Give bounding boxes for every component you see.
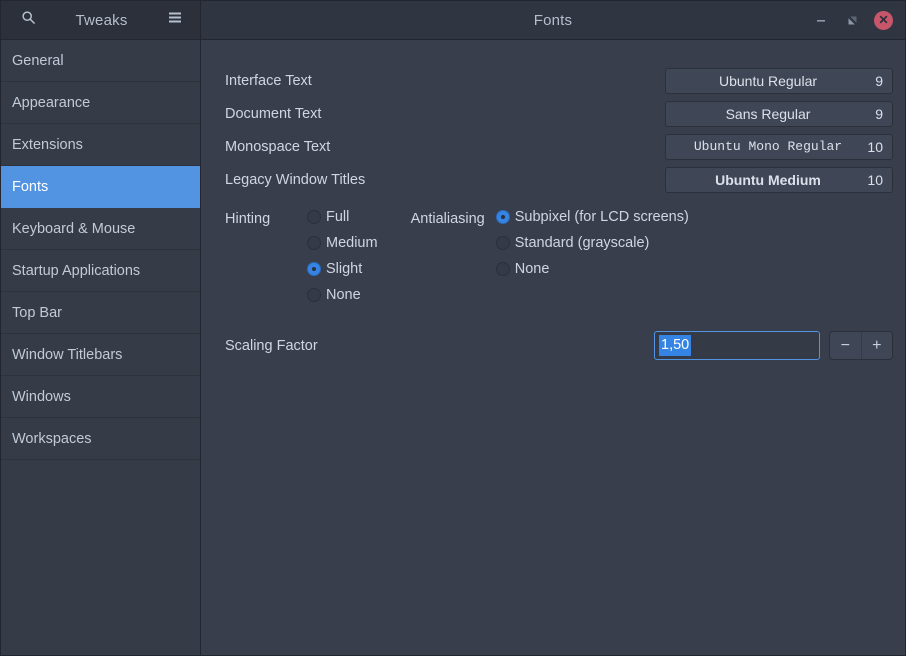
font-size: 10 bbox=[867, 171, 883, 188]
sidebar-item-fonts[interactable]: Fonts bbox=[1, 166, 200, 208]
sidebar-item-label: Window Titlebars bbox=[12, 346, 123, 363]
antialiasing-group: Antialiasing Subpixel (for LCD screens) … bbox=[411, 209, 689, 303]
tweaks-window: Tweaks Fonts General Appearance Extensio… bbox=[0, 0, 906, 656]
search-icon bbox=[21, 10, 36, 30]
app-title: Tweaks bbox=[75, 11, 128, 29]
font-size: 9 bbox=[875, 72, 883, 89]
antialiasing-option-standard[interactable]: Standard (grayscale) bbox=[495, 235, 689, 251]
font-name: Sans Regular bbox=[725, 105, 811, 122]
minimize-icon bbox=[815, 14, 827, 26]
scaling-factor-row: Scaling Factor 1,50 − + bbox=[201, 303, 905, 360]
window-title: Fonts bbox=[533, 11, 573, 29]
setting-row-interface-text: Interface Text Ubuntu Regular 9 bbox=[201, 64, 905, 97]
monospace-text-font-button[interactable]: Ubuntu Mono Regular 10 bbox=[665, 133, 893, 160]
sidebar-item-keyboard-mouse[interactable]: Keyboard & Mouse bbox=[1, 208, 200, 250]
decrement-button[interactable]: − bbox=[830, 332, 862, 359]
increment-button[interactable]: + bbox=[862, 332, 893, 359]
sidebar-item-label: Extensions bbox=[12, 136, 83, 153]
window-header: Fonts bbox=[201, 1, 905, 39]
window-controls bbox=[812, 10, 905, 30]
sidebar-item-startup-applications[interactable]: Startup Applications bbox=[1, 250, 200, 292]
font-size: 10 bbox=[867, 138, 883, 155]
option-label: Standard (grayscale) bbox=[514, 235, 650, 251]
sidebar-item-label: Keyboard & Mouse bbox=[12, 220, 136, 237]
radio-icon-selected[interactable] bbox=[495, 210, 510, 224]
sidebar-item-extensions[interactable]: Extensions bbox=[1, 124, 200, 166]
hamburger-menu-icon bbox=[167, 11, 183, 29]
sidebar-item-label: Appearance bbox=[12, 94, 91, 111]
option-label: Subpixel (for LCD screens) bbox=[514, 209, 689, 225]
sidebar-header: Tweaks bbox=[1, 1, 201, 39]
close-icon bbox=[879, 11, 888, 29]
sidebar-item-label: General bbox=[12, 52, 64, 69]
sidebar-item-label: Top Bar bbox=[12, 304, 62, 321]
radio-icon[interactable] bbox=[307, 288, 321, 302]
maximize-button[interactable] bbox=[843, 11, 861, 29]
minimize-button[interactable] bbox=[812, 11, 830, 29]
antialiasing-option-subpixel[interactable]: Subpixel (for LCD screens) bbox=[495, 209, 689, 225]
window-body: General Appearance Extensions Fonts Keyb… bbox=[1, 40, 905, 655]
hamburger-menu-button[interactable] bbox=[160, 7, 190, 33]
sidebar-item-label: Windows bbox=[12, 388, 71, 405]
sidebar-item-general[interactable]: General bbox=[1, 40, 200, 82]
content-pane: Interface Text Ubuntu Regular 9 Document… bbox=[201, 40, 905, 655]
option-label: Full bbox=[326, 209, 350, 225]
radio-icon[interactable] bbox=[307, 210, 321, 224]
hinting-option-full[interactable]: Full bbox=[307, 209, 378, 225]
maximize-icon bbox=[847, 15, 858, 26]
scaling-factor-stepper: − + bbox=[829, 331, 893, 360]
sidebar-item-appearance[interactable]: Appearance bbox=[1, 82, 200, 124]
scaling-factor-value: 1,50 bbox=[659, 334, 692, 357]
option-label: None bbox=[514, 261, 550, 277]
option-label: Slight bbox=[326, 261, 363, 277]
document-text-font-button[interactable]: Sans Regular 9 bbox=[665, 100, 893, 127]
rendering-options: Hinting Full Medium Slight None Antialia… bbox=[201, 196, 905, 303]
antialiasing-radio-list: Subpixel (for LCD screens) Standard (gra… bbox=[495, 209, 689, 303]
scaling-factor-input[interactable]: 1,50 bbox=[654, 331, 820, 360]
antialiasing-option-none[interactable]: None bbox=[495, 261, 689, 277]
hinting-option-slight[interactable]: Slight bbox=[307, 261, 378, 277]
row-label: Legacy Window Titles bbox=[225, 171, 366, 188]
radio-icon[interactable] bbox=[495, 236, 510, 250]
font-size: 9 bbox=[875, 105, 883, 122]
sidebar-item-window-titlebars[interactable]: Window Titlebars bbox=[1, 334, 200, 376]
scaling-factor-label: Scaling Factor bbox=[225, 337, 318, 354]
sidebar-item-label: Workspaces bbox=[12, 430, 92, 447]
option-label: None bbox=[326, 287, 361, 303]
legacy-window-titles-font-button[interactable]: Ubuntu Medium 10 bbox=[665, 166, 893, 193]
close-button[interactable] bbox=[874, 10, 893, 30]
row-label: Interface Text bbox=[225, 72, 312, 89]
sidebar-item-top-bar[interactable]: Top Bar bbox=[1, 292, 200, 334]
header-bar: Tweaks Fonts bbox=[1, 1, 905, 40]
setting-row-legacy-window-titles: Legacy Window Titles Ubuntu Medium 10 bbox=[201, 163, 905, 196]
sidebar-item-windows[interactable]: Windows bbox=[1, 376, 200, 418]
row-label: Monospace Text bbox=[225, 138, 331, 155]
hinting-option-none[interactable]: None bbox=[307, 287, 378, 303]
search-button[interactable] bbox=[13, 7, 43, 33]
row-label: Document Text bbox=[225, 105, 322, 122]
hinting-group: Hinting Full Medium Slight None bbox=[225, 209, 378, 303]
option-label: Medium bbox=[326, 235, 378, 251]
sidebar-item-label: Fonts bbox=[12, 178, 49, 195]
radio-icon[interactable] bbox=[307, 236, 321, 250]
interface-text-font-button[interactable]: Ubuntu Regular 9 bbox=[665, 67, 893, 94]
sidebar-item-label: Startup Applications bbox=[12, 262, 141, 279]
hinting-radio-list: Full Medium Slight None bbox=[307, 209, 378, 303]
antialiasing-label: Antialiasing bbox=[410, 211, 485, 227]
sidebar-item-workspaces[interactable]: Workspaces bbox=[1, 418, 200, 460]
radio-icon-selected[interactable] bbox=[307, 262, 321, 276]
font-name: Ubuntu Regular bbox=[718, 72, 818, 89]
hinting-option-medium[interactable]: Medium bbox=[307, 235, 378, 251]
sidebar: General Appearance Extensions Fonts Keyb… bbox=[1, 40, 201, 655]
font-name: Ubuntu Medium bbox=[715, 171, 821, 188]
font-name: Ubuntu Mono Regular bbox=[693, 139, 843, 154]
hinting-label: Hinting bbox=[225, 211, 271, 227]
setting-row-monospace-text: Monospace Text Ubuntu Mono Regular 10 bbox=[201, 130, 905, 163]
setting-row-document-text: Document Text Sans Regular 9 bbox=[201, 97, 905, 130]
radio-icon[interactable] bbox=[495, 262, 510, 276]
font-settings-list: Interface Text Ubuntu Regular 9 Document… bbox=[201, 40, 905, 196]
